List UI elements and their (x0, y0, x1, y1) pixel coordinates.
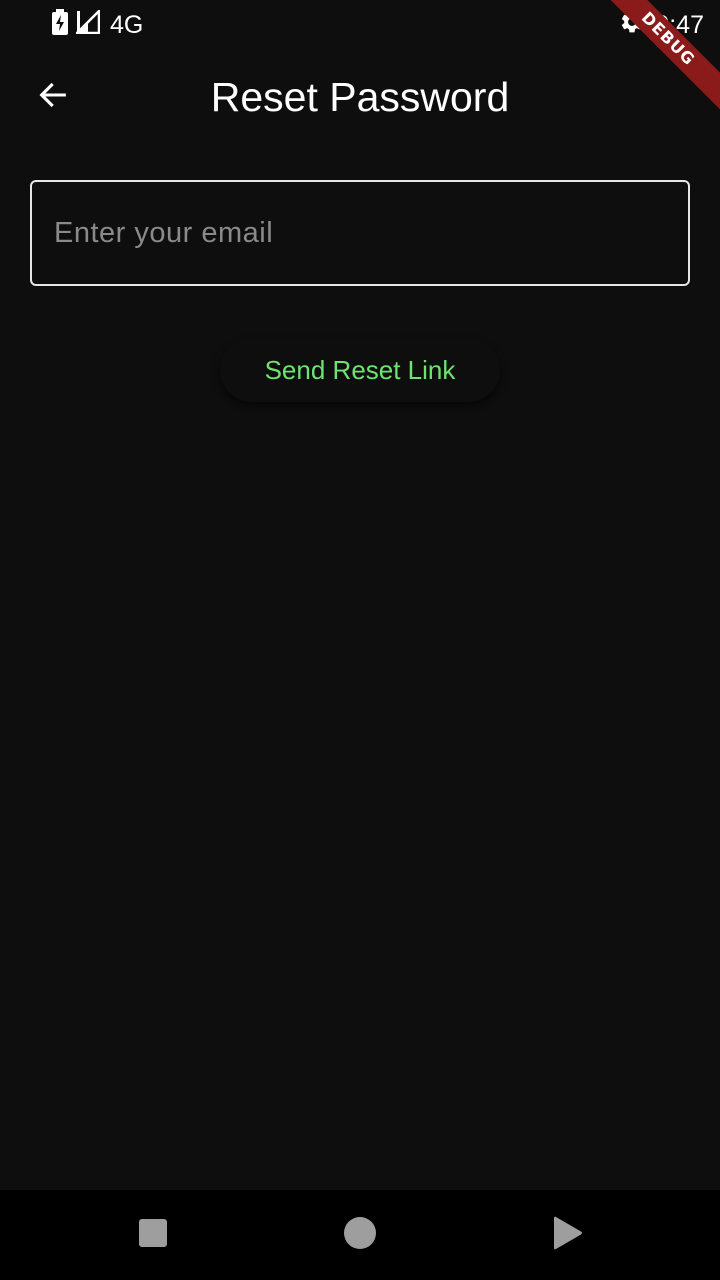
home-circle-icon (343, 1216, 377, 1255)
email-input[interactable] (32, 182, 688, 284)
page-title: Reset Password (210, 74, 510, 120)
clock-label: 9:47 (655, 10, 704, 39)
signal-icon (73, 7, 101, 39)
status-right: 9:47 (619, 9, 704, 40)
battery-charging-icon (52, 9, 68, 40)
navigation-bar (0, 1190, 720, 1280)
back-triangle-icon (551, 1216, 583, 1255)
status-left: 4G (52, 7, 144, 40)
settings-icon (619, 9, 645, 40)
send-reset-link-button[interactable]: Send Reset Link (220, 338, 500, 402)
home-button[interactable] (315, 1190, 405, 1280)
recents-button[interactable] (108, 1190, 198, 1280)
app-bar: Reset Password (0, 46, 720, 148)
network-type-label: 4G (110, 10, 144, 39)
email-field[interactable] (30, 180, 690, 286)
status-bar: 4G 9:47 (0, 0, 720, 46)
recents-square-icon (138, 1218, 168, 1253)
reset-password-screen: 4G 9:47 DEBUG Reset Password Se (0, 0, 720, 1280)
system-back-button[interactable] (522, 1190, 612, 1280)
